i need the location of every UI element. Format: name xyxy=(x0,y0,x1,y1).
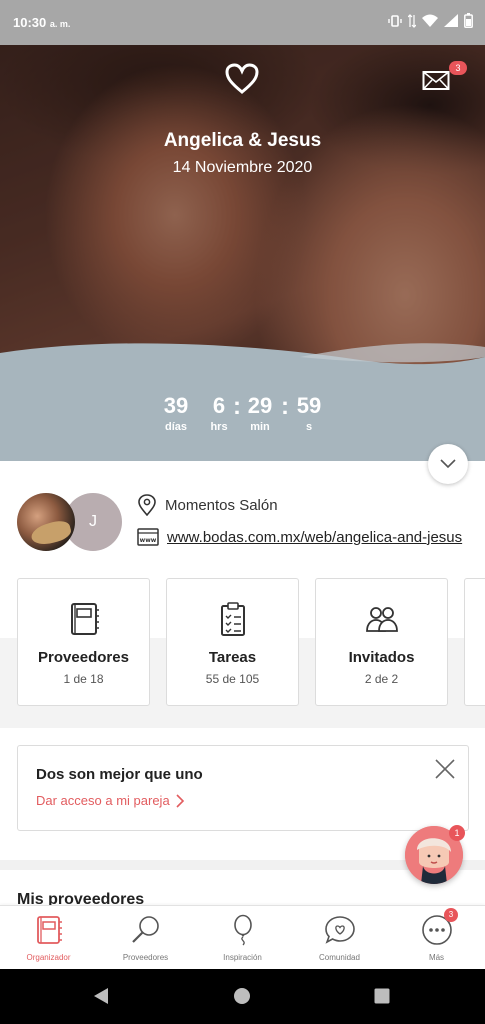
venue-name: Momentos Salón xyxy=(165,496,278,514)
countdown-days-label: días xyxy=(164,421,187,433)
card-proveedores[interactable]: Proveedores 1 de 18 xyxy=(17,578,150,706)
user-avatar[interactable] xyxy=(17,493,75,551)
assistant-badge: 1 xyxy=(449,825,465,841)
card-next-partial[interactable] xyxy=(464,578,485,706)
website-link[interactable]: www.bodas.com.mx/web/angelica-and-jesus xyxy=(167,529,465,546)
mail-badge: 3 xyxy=(449,61,467,75)
countdown-seconds-label: s xyxy=(305,421,313,433)
organizer-icon xyxy=(37,916,62,944)
search-icon xyxy=(132,916,159,943)
nav-label: Organizador xyxy=(26,953,71,962)
nav-item-comunidad[interactable]: Comunidad xyxy=(291,906,388,970)
nav-item-inspiracion[interactable]: Inspiración xyxy=(194,906,291,970)
countdown: 39 días 6 hrs : 29 min : 59 s xyxy=(150,393,340,443)
card-subtitle: 2 de 2 xyxy=(364,672,399,686)
nav-label: Más xyxy=(428,953,445,962)
mail-icon[interactable] xyxy=(422,70,450,92)
notebook-icon xyxy=(71,603,99,635)
card-invitados[interactable]: Invitados 2 de 2 xyxy=(315,578,448,706)
promo-title: Dos son mejor que uno xyxy=(36,766,203,783)
recents-button[interactable] xyxy=(371,985,393,1007)
status-time-value: 10:30 xyxy=(13,15,47,30)
nav-item-organizador[interactable]: Organizador xyxy=(0,906,97,970)
status-bar: 10:30 a. m. xyxy=(0,0,485,45)
back-button[interactable] xyxy=(90,985,112,1007)
nav-label: Inspiración xyxy=(223,953,262,962)
wifi-icon xyxy=(422,14,438,27)
countdown-seconds: 59 s xyxy=(289,393,329,433)
countdown-separator: : xyxy=(281,393,289,420)
status-time-ampm: a. m. xyxy=(49,19,71,29)
clipboard-checklist-icon xyxy=(221,602,245,636)
card-subtitle: 1 de 18 xyxy=(63,672,104,686)
home-button[interactable] xyxy=(231,985,253,1007)
svg-text:www: www xyxy=(140,537,157,544)
countdown-days-value: 39 xyxy=(163,393,189,418)
card-title: Proveedores xyxy=(38,649,129,666)
website-row[interactable]: www www.bodas.com.mx/web/angelica-and-je… xyxy=(137,528,465,546)
countdown-hours-label: hrs xyxy=(210,421,228,433)
nav-item-proveedores[interactable]: Proveedores xyxy=(97,906,194,970)
data-arrows-icon xyxy=(408,13,416,28)
couple-name: Angelica & Jesus xyxy=(163,130,322,151)
card-title: Invitados xyxy=(348,649,415,666)
card-tareas[interactable]: Tareas 55 de 105 xyxy=(166,578,299,706)
partner-access-promo: Dos son mejor que uno Dar acceso a mi pa… xyxy=(17,745,469,831)
heart-logo-icon[interactable] xyxy=(225,63,259,95)
countdown-seconds-value: 59 xyxy=(296,393,322,418)
home-circle-icon xyxy=(234,988,250,1004)
guests-icon xyxy=(366,607,398,632)
chevron-right-icon xyxy=(176,793,184,808)
recents-square-icon xyxy=(374,988,390,1004)
hero-section: 3 Angelica & Jesus 14 Noviembre 2020 39 … xyxy=(0,45,485,461)
location-pin-icon xyxy=(138,494,156,516)
status-icons xyxy=(388,13,473,28)
nav-item-mas[interactable]: 3 Más xyxy=(388,906,485,970)
bottom-nav: Organizador Proveedores Inspiración Comu… xyxy=(0,905,485,969)
wedding-date: 14 Noviembre 2020 xyxy=(172,159,313,176)
status-time: 10:30 a. m. xyxy=(13,15,70,30)
nav-label: Comunidad xyxy=(319,953,360,962)
promo-link-label: Dar acceso a mi pareja xyxy=(36,793,170,808)
countdown-minutes-label: min xyxy=(250,421,270,433)
venue-row[interactable]: Momentos Salón xyxy=(137,494,278,516)
avatar-guitar-shape xyxy=(29,518,73,548)
countdown-days: 39 días xyxy=(156,393,196,433)
back-triangle-icon xyxy=(94,988,108,1004)
chevron-down-icon xyxy=(440,459,456,469)
signal-icon xyxy=(444,14,458,27)
expand-header-button[interactable] xyxy=(428,444,468,484)
chat-heart-icon xyxy=(325,916,355,944)
countdown-minutes: 29 min xyxy=(240,393,280,433)
nav-label: Proveedores xyxy=(122,953,169,962)
www-icon: www xyxy=(137,528,159,546)
system-nav-bar xyxy=(0,969,485,1024)
card-subtitle: 55 de 105 xyxy=(205,672,260,686)
battery-icon xyxy=(464,13,473,28)
countdown-minutes-value: 29 xyxy=(247,393,273,418)
partner-access-link[interactable]: Dar acceso a mi pareja xyxy=(36,793,185,808)
close-icon[interactable] xyxy=(434,758,456,780)
nav-badge: 3 xyxy=(444,908,458,922)
card-title: Tareas xyxy=(208,649,257,666)
balloon-icon xyxy=(234,914,252,946)
vibrate-icon xyxy=(388,14,402,27)
